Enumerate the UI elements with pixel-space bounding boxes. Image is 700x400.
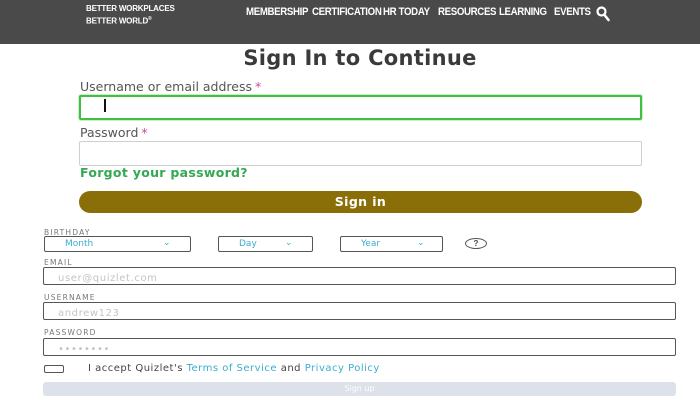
month-select-value: Month [65, 239, 94, 249]
email-input[interactable] [44, 270, 675, 287]
nav-item-learning[interactable]: LEARNING [499, 6, 547, 18]
help-icon[interactable]: ? [465, 238, 487, 249]
username-input[interactable] [81, 97, 640, 118]
signup-username-input[interactable] [44, 305, 675, 322]
required-mark: * [255, 79, 262, 94]
forgot-password-link[interactable]: Forgot your password? [80, 165, 248, 180]
password-label: Password * [80, 125, 148, 140]
day-select-value: Day [239, 239, 257, 249]
password-field[interactable] [79, 141, 642, 166]
logo-line-1: BETTER WORKPLACES [86, 4, 175, 13]
privacy-policy-link[interactable]: Privacy Policy [305, 363, 380, 374]
nav-item-membership[interactable]: MEMBERSHIP [246, 6, 308, 18]
email-field[interactable] [43, 267, 676, 287]
signup-password-input[interactable] [44, 341, 675, 358]
day-select[interactable]: Day ⌄ [218, 236, 313, 252]
terms-of-service-link[interactable]: Terms of Service [187, 363, 277, 374]
nav-item-hr-today[interactable]: HR TODAY [383, 6, 430, 18]
username-label: Username or email address * [80, 79, 262, 94]
year-select-value: Year [361, 239, 381, 249]
and-text: and [280, 363, 302, 374]
username-field[interactable] [79, 95, 642, 120]
page-title: Sign In to Continue [243, 46, 477, 70]
site-logo[interactable]: BETTER WORKPLACES BETTER WORLD® [86, 4, 175, 27]
password-input[interactable] [80, 142, 641, 165]
signup-username-field[interactable] [43, 302, 676, 322]
nav-item-certification[interactable]: CERTIFICATION [312, 6, 382, 18]
search-icon[interactable] [596, 6, 610, 22]
sign-in-button[interactable]: Sign in [79, 191, 642, 213]
sign-up-button[interactable]: Sign up [43, 382, 676, 396]
chevron-down-icon: ⌄ [417, 238, 425, 248]
chevron-down-icon: ⌄ [163, 238, 171, 248]
month-select[interactable]: Month ⌄ [44, 236, 191, 252]
required-mark: * [141, 125, 148, 140]
email-label: EMAIL [44, 258, 73, 267]
signup-password-field[interactable] [43, 338, 676, 358]
accept-prefix: I accept Quizlet's [88, 363, 183, 374]
chevron-down-icon: ⌄ [285, 238, 293, 248]
accept-terms-text: I accept Quizlet's Terms of Service and … [88, 363, 380, 374]
signup-username-label: USERNAME [44, 293, 96, 302]
top-nav-bar: BETTER WORKPLACES BETTER WORLD® MEMBERSH… [0, 0, 700, 44]
year-select[interactable]: Year ⌄ [340, 236, 443, 252]
accept-terms-checkbox[interactable] [44, 365, 64, 373]
nav-item-resources[interactable]: RESOURCES [438, 6, 497, 18]
signup-password-label: PASSWORD [44, 328, 97, 337]
logo-line-2: BETTER WORLD® [86, 16, 152, 26]
text-caret [104, 99, 106, 112]
nav-item-events[interactable]: EVENTS [554, 6, 591, 18]
